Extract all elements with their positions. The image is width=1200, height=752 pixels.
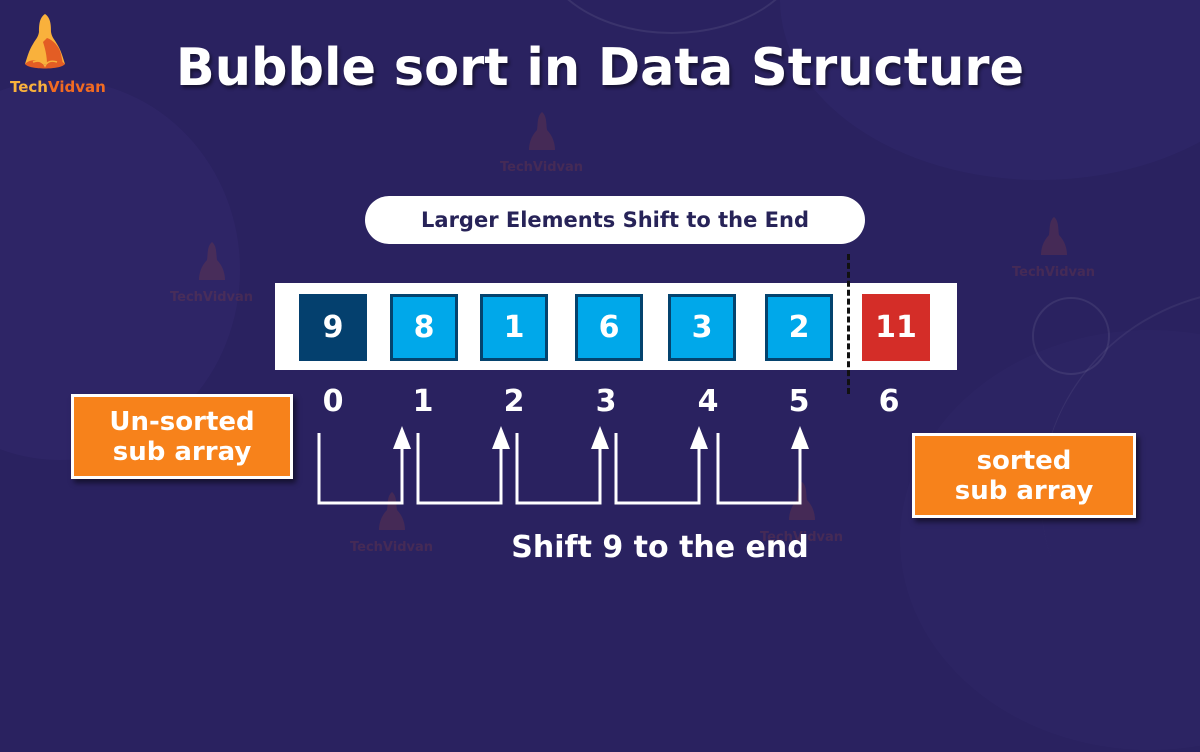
label-line: sorted [976,445,1072,476]
array-cell-unsorted: 6 [575,294,643,361]
unsorted-subarray-label: Un-sorted sub array [71,394,293,479]
page-title: Bubble sort in Data Structure [175,38,1025,98]
arrow-head-icon [791,426,809,449]
label-line: sub array [112,436,252,467]
array-cell-unsorted: 2 [765,294,833,361]
swap-arrow-line [614,433,701,505]
swap-arrow-line [515,433,602,505]
watermark-logo: TechVidvan [170,240,253,305]
array-index: 2 [503,384,525,419]
array-index: 3 [595,384,617,419]
subtitle-text: Larger Elements Shift to the End [421,208,809,232]
watermark-logo: TechVidvan [500,110,583,175]
label-line: sub array [954,475,1094,506]
step-caption: Shift 9 to the end [511,530,809,565]
array-index: 1 [412,384,434,419]
meditating-figure-icon [1040,217,1067,255]
brand-name: TechVidvan [10,78,106,96]
array-cell-sorted: 11 [862,294,930,361]
arrow-head-icon [492,426,510,449]
arrow-head-icon [591,426,609,449]
meditating-figure-icon [25,14,65,69]
array-index: 4 [697,384,719,419]
sorted-subarray-label: sorted sub array [912,433,1136,518]
brand-logo: TechVidvan [10,10,106,96]
meditating-figure-icon [378,492,405,530]
array-cell-current: 9 [299,294,367,361]
meditating-figure-icon [198,242,225,280]
subtitle-pill: Larger Elements Shift to the End [365,196,865,244]
watermark-logo: TechVidvan [1012,215,1095,280]
sorted-boundary-divider [847,254,850,394]
array-index: 5 [788,384,810,419]
array-index: 6 [878,384,900,419]
meditating-figure-icon [788,482,815,520]
array-cell-unsorted: 8 [390,294,458,361]
arrow-head-icon [690,426,708,449]
background-ring [540,0,804,34]
label-line: Un-sorted [109,406,255,437]
arrow-head-icon [393,426,411,449]
array-cell-unsorted: 3 [668,294,736,361]
array-cell-unsorted: 1 [480,294,548,361]
meditating-figure-icon [528,112,555,150]
array-index: 0 [322,384,344,419]
watermark-logo: TechVidvan [350,490,433,555]
